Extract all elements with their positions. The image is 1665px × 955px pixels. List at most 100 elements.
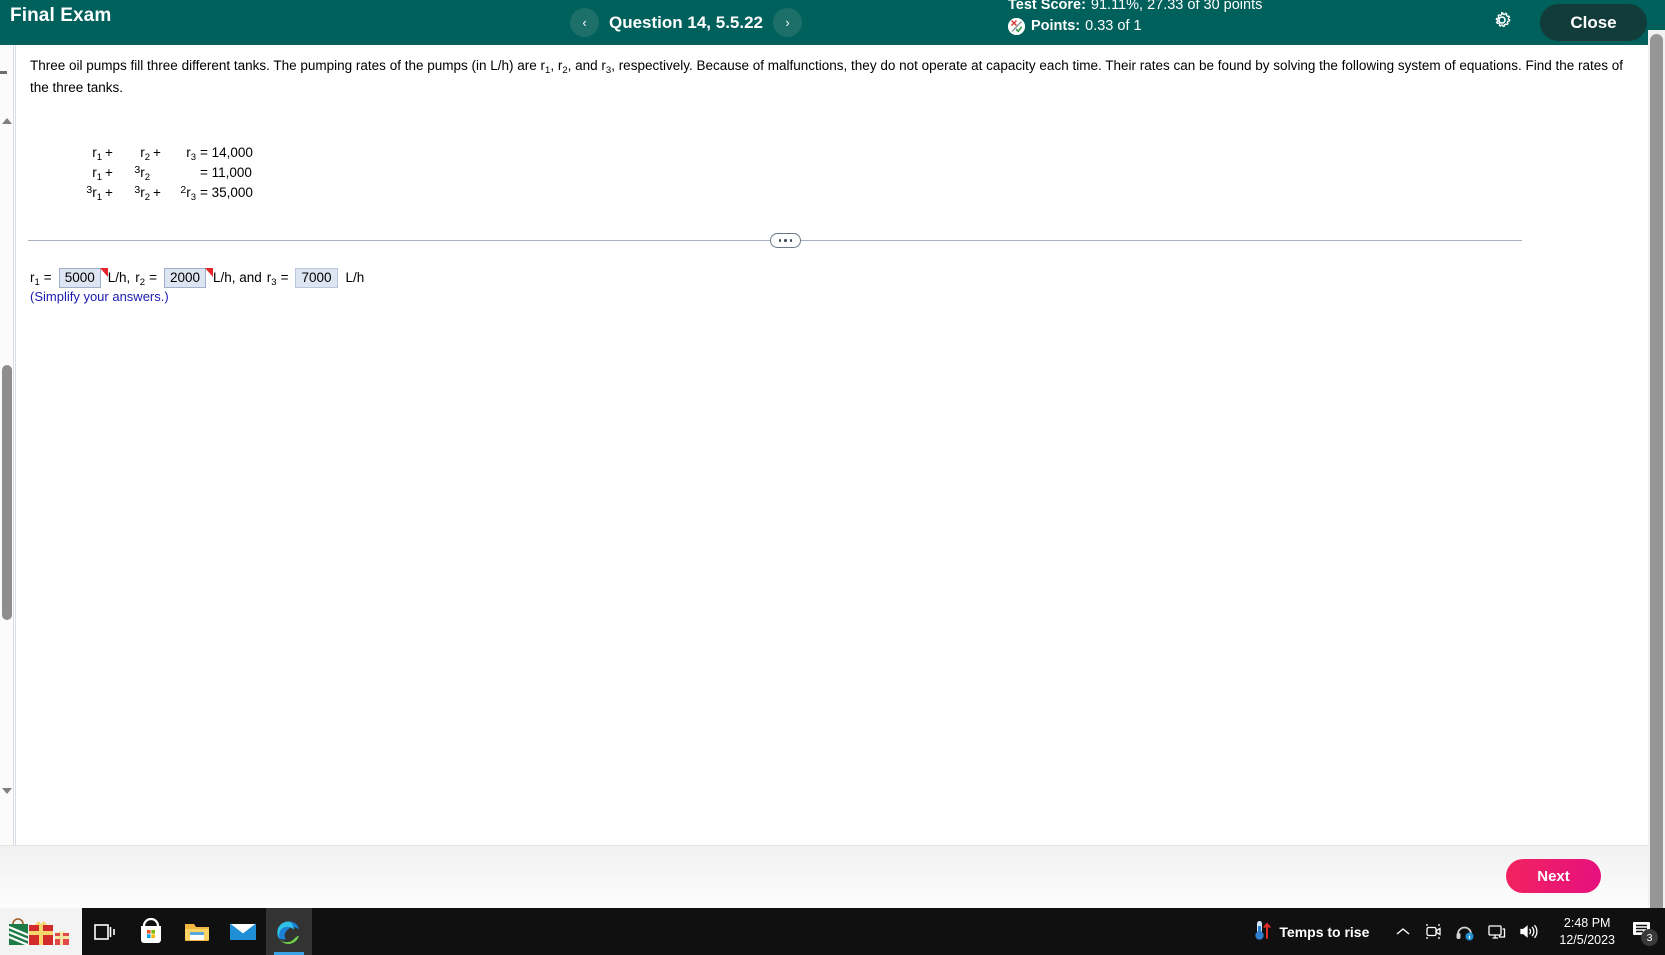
answer-label-r2: r [135, 270, 140, 285]
system-of-equations: r1 + r2 + r3 = 14,000 r1 + 3r2 = 11,000 … [62, 143, 253, 203]
question-text-part3: , and r [567, 58, 606, 73]
system-tray [1379, 923, 1549, 941]
test-score-label: Test Score: [1008, 0, 1086, 13]
exam-window: Final Exam ‹ Question 14, 5.5.22 › Test … [0, 0, 1665, 955]
close-button[interactable]: Close [1540, 4, 1647, 41]
score-summary: Test Score: 91.11%, 27.33 of 30 points P… [1008, 0, 1262, 36]
clock-date: 12/5/2023 [1559, 932, 1615, 947]
term-subscript: 3 [190, 152, 196, 163]
equation-term-2: 3r2 [116, 183, 150, 205]
term-subscript: 1 [96, 152, 102, 163]
answer-input-r1-value: 5000 [64, 270, 95, 285]
simplify-hint: (Simplify your answers.) [30, 289, 169, 304]
notifications-button[interactable]: 3 [1625, 908, 1659, 955]
term-coefficient: 2 [180, 184, 187, 196]
page-scroll-thumb[interactable] [1650, 34, 1663, 914]
equation-operator-1: + [105, 185, 113, 200]
question-sub-1: 1 [545, 65, 551, 76]
term-subscript: 1 [96, 192, 102, 203]
question-content-area: Three oil pumps fill three different tan… [15, 45, 1648, 845]
display-icon[interactable] [1487, 923, 1506, 940]
left-scrollbar[interactable] [0, 45, 14, 845]
incorrect-flag-icon [99, 268, 108, 277]
equation-term-1: r1 [62, 143, 102, 165]
question-text: Three oil pumps fill three different tan… [30, 56, 1630, 98]
answer-equals-3: = [280, 270, 289, 285]
scroll-down-button[interactable] [1, 785, 13, 797]
dot [778, 239, 782, 242]
equation-operator-2: + [153, 185, 161, 200]
weather-text: Temps to rise [1279, 923, 1370, 940]
equation-operator-1: + [105, 145, 113, 160]
section-divider [28, 225, 1522, 255]
term-coefficient: 3 [134, 164, 141, 176]
answer-input-r2[interactable]: 2000 [163, 268, 213, 288]
term-subscript: 2 [144, 172, 150, 183]
dot [789, 239, 793, 242]
dot [784, 239, 787, 242]
answer-unit-2: L/h, and [213, 270, 262, 285]
previous-question-button[interactable]: ‹ [570, 8, 599, 37]
question-sub-3: 3 [605, 65, 612, 76]
points-value: 0.33 of 1 [1085, 18, 1142, 34]
answer-sub-2: 2 [139, 277, 146, 288]
term-subscript: 3 [190, 192, 196, 203]
equation-term-1: r1 [62, 163, 102, 185]
microsoft-store-icon[interactable] [128, 908, 174, 955]
thermometer-icon [1252, 918, 1272, 945]
question-text-part1: Three oil pumps fill three different tan… [30, 58, 546, 73]
answer-sub-1: 1 [34, 277, 40, 288]
taskbar-right-area: Temps to rise 2:48 PM 12/5/2023 3 [1242, 908, 1665, 955]
answer-label-r3: r [266, 270, 272, 285]
equation-right-hand-side: = 14,000 [200, 145, 253, 160]
equation-term-2: 3r2 [116, 163, 150, 185]
question-navigation: ‹ Question 14, 5.5.22 › [570, 0, 803, 45]
file-explorer-icon[interactable] [174, 908, 220, 955]
chevron-up-icon[interactable] [1395, 926, 1411, 938]
mail-icon[interactable] [220, 908, 266, 955]
answer-input-r3[interactable]: 7000 [295, 268, 338, 288]
task-view-icon[interactable] [82, 908, 128, 955]
equation-operator-2: + [153, 145, 161, 160]
answer-equals-2: = [149, 270, 157, 285]
clock-time: 2:48 PM [1563, 915, 1611, 930]
answer-unit-3: L/h [345, 270, 365, 285]
scroll-thumb[interactable] [2, 365, 12, 620]
equation-operator-1: + [105, 165, 113, 180]
edge-browser-icon[interactable] [266, 908, 312, 955]
question-sub-2: 2 [562, 65, 568, 76]
equation-right-hand-side: = 11,000 [200, 165, 252, 180]
gifts-widget-icon[interactable] [0, 908, 82, 955]
taskbar-clock[interactable]: 2:48 PM 12/5/2023 [1549, 915, 1625, 949]
answer-equals-1: = [43, 270, 52, 285]
equation-term-2: r2 [116, 143, 150, 165]
partial-credit-icon [1008, 18, 1025, 35]
next-question-button[interactable]: › [773, 8, 803, 37]
volume-icon[interactable] [1519, 923, 1538, 940]
chevron-up-icon [2, 118, 12, 124]
page-scrollbar[interactable] [1648, 30, 1665, 955]
scroll-marker [0, 71, 7, 74]
weather-widget[interactable]: Temps to rise [1242, 918, 1379, 945]
notification-count-badge: 3 [1641, 929, 1658, 946]
term-subscript: 1 [96, 172, 102, 183]
test-score-line: Test Score: 91.11%, 27.33 of 30 points [1008, 0, 1262, 15]
equation-row: r1 + r2 + r3 = 14,000 [62, 143, 253, 163]
chevron-down-icon [2, 788, 12, 794]
exam-footer: Next [0, 845, 1648, 908]
incorrect-flag-icon [205, 268, 213, 277]
camera-icon[interactable] [1424, 923, 1442, 940]
test-score-value: 91.11%, 27.33 of 30 points [1090, 0, 1263, 13]
next-button[interactable]: Next [1506, 859, 1601, 893]
settings-button[interactable] [1488, 8, 1516, 36]
gear-icon [1491, 9, 1513, 36]
exam-header: Final Exam ‹ Question 14, 5.5.22 › Test … [0, 0, 1665, 45]
equation-term-3: r3 [164, 143, 196, 165]
headset-icon[interactable] [1455, 923, 1474, 941]
scroll-up-button[interactable] [1, 115, 13, 127]
answer-sub-3: 3 [271, 277, 277, 288]
term-subscript: 2 [144, 192, 150, 203]
answer-row: r1 = 5000 L/h, r2 = 2000 L/h, and r3 = 7… [30, 268, 364, 288]
ellipsis-pill-icon[interactable] [770, 233, 801, 248]
answer-input-r1[interactable]: 5000 [58, 268, 108, 288]
